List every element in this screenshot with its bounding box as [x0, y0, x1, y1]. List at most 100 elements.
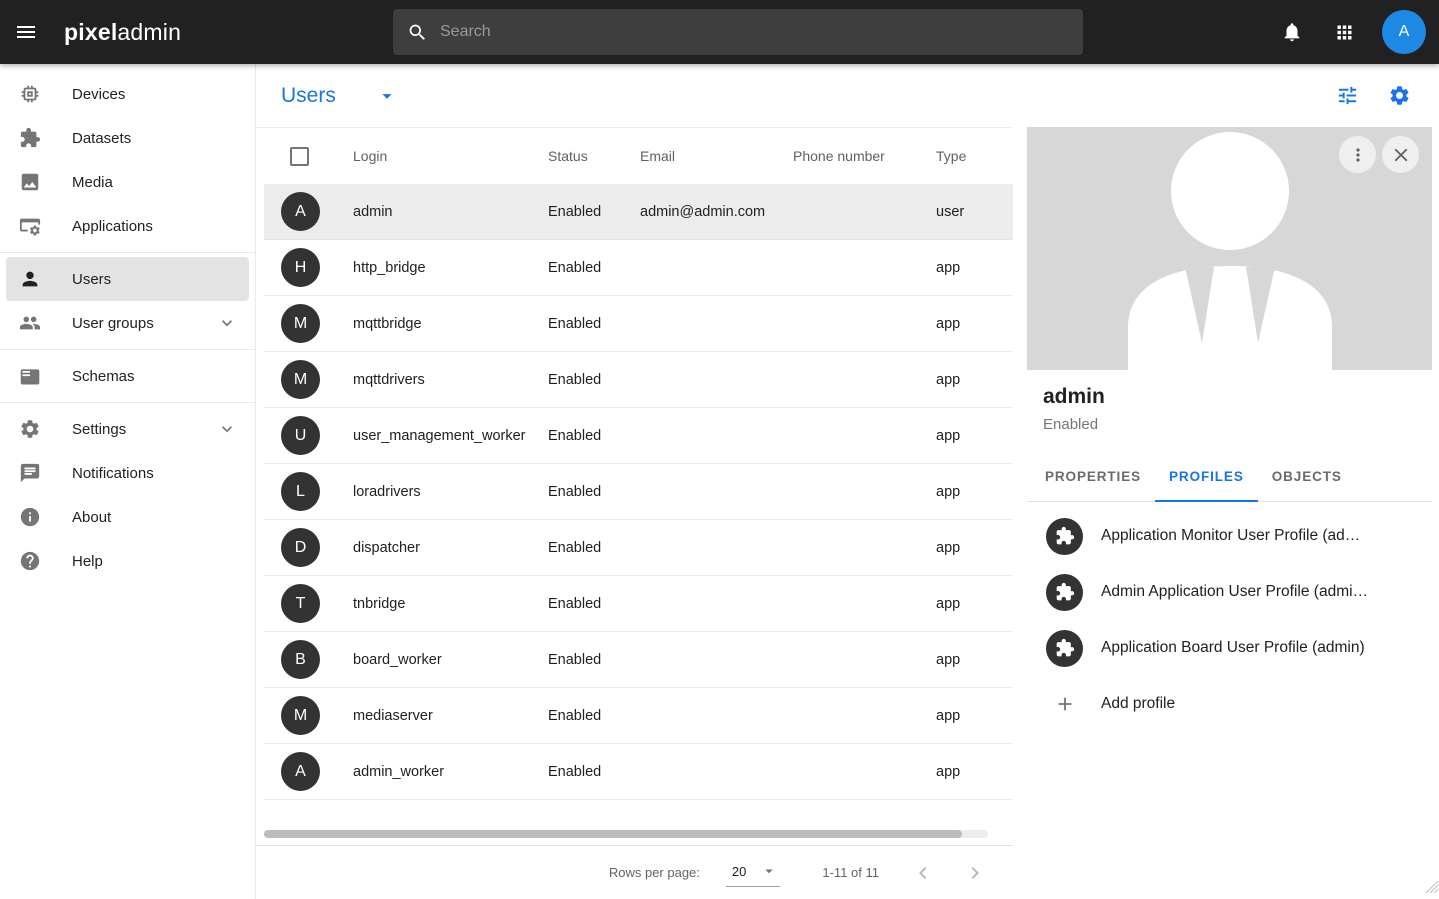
- cell-type: app: [936, 652, 1013, 668]
- table-row[interactable]: A admin Enabled admin@admin.com user: [264, 184, 1013, 240]
- sidebar-item-user-groups[interactable]: User groups: [6, 301, 249, 345]
- filter-tune-icon[interactable]: [1334, 83, 1360, 109]
- tab-properties[interactable]: PROPERTIES: [1031, 454, 1155, 502]
- table-row[interactable]: T tnbridge Enabled app: [264, 576, 1013, 632]
- cell-login: mqttdrivers: [353, 372, 548, 388]
- more-options-kebab-icon[interactable]: [1339, 136, 1376, 173]
- gear-icon: [18, 417, 42, 441]
- dropdown-caret-icon: [376, 85, 398, 107]
- sidebar-item-label: Settings: [72, 421, 126, 438]
- search-input[interactable]: [440, 23, 1069, 41]
- sidebar: Devices Datasets Media Applications User…: [0, 64, 256, 899]
- sidebar-item-datasets[interactable]: Datasets: [6, 116, 249, 160]
- sidebar-item-schemas[interactable]: Schemas: [6, 354, 249, 398]
- add-profile-button[interactable]: Add profile: [1027, 676, 1432, 732]
- row-avatar: T: [281, 584, 320, 623]
- cell-status: Enabled: [548, 484, 640, 500]
- menu-icon[interactable]: [4, 10, 48, 54]
- cell-login: dispatcher: [353, 540, 548, 556]
- scrollbar-thumb[interactable]: [264, 830, 962, 838]
- schema-list-icon: [18, 364, 42, 388]
- page-range-label: 1-11 of 11: [822, 865, 879, 880]
- table-row[interactable]: A admin_worker Enabled app: [264, 744, 1013, 800]
- users-table-card: Login Status Email Phone number Type A a…: [256, 127, 1013, 899]
- sidebar-item-label: User groups: [72, 315, 154, 332]
- cell-login: user_management_worker: [353, 428, 548, 444]
- cell-login: mediaserver: [353, 708, 548, 724]
- cell-type: app: [936, 428, 1013, 444]
- sidebar-item-devices[interactable]: Devices: [6, 72, 249, 116]
- pagination-bar: Rows per page: 20 1-11 of 11: [256, 845, 1013, 899]
- group-icon: [18, 311, 42, 335]
- cell-status: Enabled: [548, 708, 640, 724]
- chevron-down-icon: [217, 313, 237, 333]
- sidebar-item-notifications[interactable]: Notifications: [6, 451, 249, 495]
- resize-grip[interactable]: [1425, 880, 1438, 898]
- search-box: [393, 9, 1083, 55]
- search-icon: [407, 22, 428, 43]
- sidebar-item-label: Schemas: [72, 368, 135, 385]
- profile-image-placeholder: [1027, 127, 1432, 370]
- cell-email: admin@admin.com: [640, 204, 793, 220]
- cell-type: app: [936, 540, 1013, 556]
- sidebar-item-about[interactable]: About: [6, 495, 249, 539]
- table-row[interactable]: D dispatcher Enabled app: [264, 520, 1013, 576]
- row-avatar: U: [281, 416, 320, 455]
- select-all-checkbox[interactable]: [290, 147, 309, 166]
- chevron-down-icon: [217, 419, 237, 439]
- brand-light: admin: [117, 19, 181, 45]
- sidebar-item-media[interactable]: Media: [6, 160, 249, 204]
- tab-profiles[interactable]: PROFILES: [1155, 454, 1258, 502]
- row-avatar: L: [281, 472, 320, 511]
- cell-login: board_worker: [353, 652, 548, 668]
- cell-login: admin: [353, 204, 548, 220]
- profile-label: Admin Application User Profile (admi…: [1101, 583, 1368, 601]
- sidebar-item-settings[interactable]: Settings: [6, 407, 249, 451]
- cell-type: app: [936, 596, 1013, 612]
- close-icon[interactable]: [1382, 136, 1419, 173]
- next-page-icon[interactable]: [961, 859, 989, 887]
- previous-page-icon[interactable]: [909, 859, 937, 887]
- brand-logo: pixeladmin: [64, 19, 181, 46]
- row-avatar: H: [281, 248, 320, 287]
- row-avatar: A: [281, 192, 320, 231]
- dropdown-caret-icon: [760, 862, 778, 880]
- puzzle-icon: [18, 126, 42, 150]
- sidebar-item-applications[interactable]: Applications: [6, 204, 249, 248]
- page-nav: [909, 859, 989, 887]
- sidebar-item-label: Datasets: [72, 130, 131, 147]
- table-row[interactable]: M mediaserver Enabled app: [264, 688, 1013, 744]
- avatar-initial: A: [1399, 23, 1410, 41]
- list-item-profile[interactable]: Admin Application User Profile (admi…: [1027, 564, 1432, 620]
- list-item-profile[interactable]: Application Monitor User Profile (ad…: [1027, 508, 1432, 564]
- table-row[interactable]: L loradrivers Enabled app: [264, 464, 1013, 520]
- column-header-phone: Phone number: [793, 148, 936, 164]
- row-avatar: M: [281, 304, 320, 343]
- profiles-list: Application Monitor User Profile (ad… Ad…: [1027, 508, 1432, 732]
- view-selector[interactable]: Users: [281, 84, 398, 108]
- list-item-profile[interactable]: Application Board User Profile (admin): [1027, 620, 1432, 676]
- cell-status: Enabled: [548, 596, 640, 612]
- tab-objects[interactable]: OBJECTS: [1258, 454, 1356, 502]
- table-row[interactable]: B board_worker Enabled app: [264, 632, 1013, 688]
- user-avatar[interactable]: A: [1382, 10, 1426, 54]
- sidebar-item-label: Applications: [72, 218, 153, 235]
- header-actions: [1334, 83, 1412, 109]
- rows-per-page-select[interactable]: 20: [726, 858, 780, 887]
- cell-login: tnbridge: [353, 596, 548, 612]
- sidebar-item-help[interactable]: Help: [6, 539, 249, 583]
- apps-grid-icon[interactable]: [1324, 12, 1364, 52]
- sidebar-item-users[interactable]: Users: [6, 257, 249, 301]
- app-window-gear-icon: [18, 214, 42, 238]
- table-row[interactable]: U user_management_worker Enabled app: [264, 408, 1013, 464]
- cell-type: app: [936, 764, 1013, 780]
- sidebar-item-label: Notifications: [72, 465, 154, 482]
- table-row[interactable]: M mqttdrivers Enabled app: [264, 352, 1013, 408]
- table-row[interactable]: H http_bridge Enabled app: [264, 240, 1013, 296]
- cell-type: app: [936, 708, 1013, 724]
- horizontal-scrollbar: [264, 830, 988, 838]
- table-row[interactable]: M mqttbridge Enabled app: [264, 296, 1013, 352]
- settings-gear-icon[interactable]: [1386, 83, 1412, 109]
- notifications-bell-icon[interactable]: [1272, 12, 1312, 52]
- cell-type: app: [936, 260, 1013, 276]
